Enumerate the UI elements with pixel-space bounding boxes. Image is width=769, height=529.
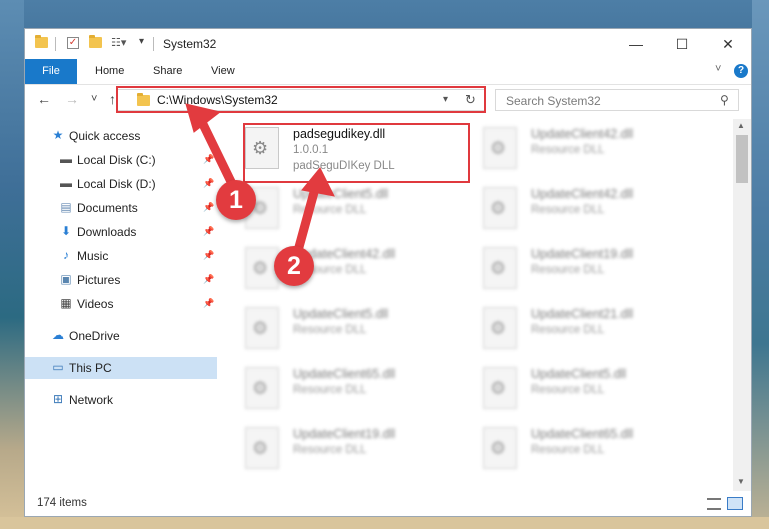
step-1-badge: 1 bbox=[216, 180, 256, 220]
arrow-2-head bbox=[301, 167, 335, 197]
annotation-arrows bbox=[185, 103, 335, 263]
step-2-badge: 2 bbox=[274, 246, 314, 286]
